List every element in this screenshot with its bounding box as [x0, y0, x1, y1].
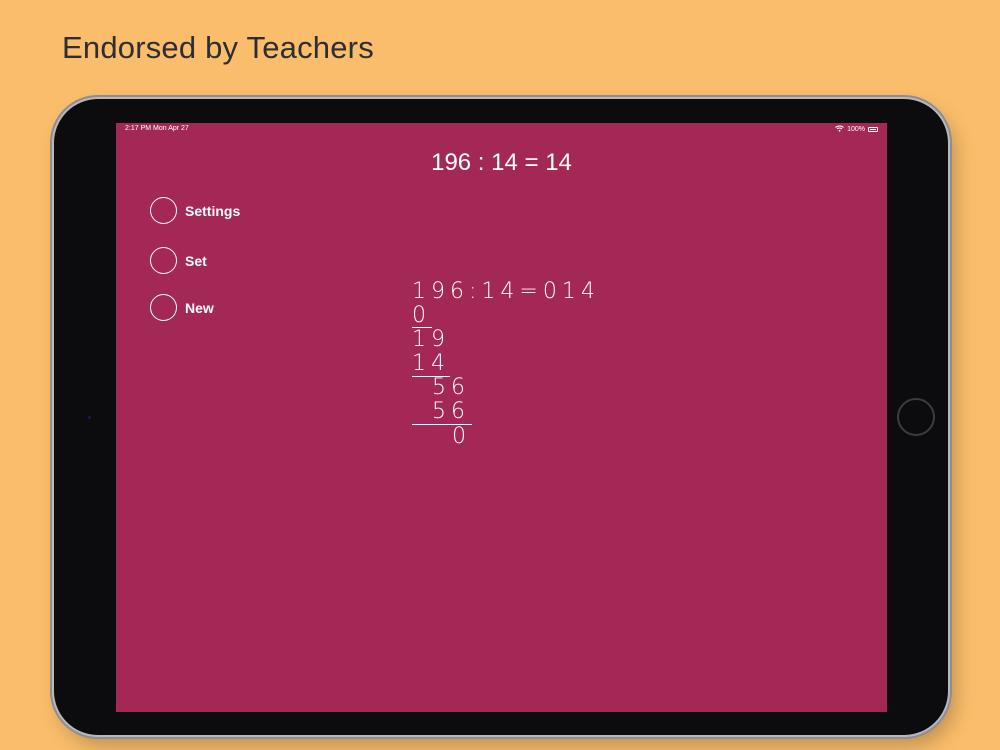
equation-title: 196 : 14 = 14: [431, 149, 572, 176]
circle-icon: [150, 247, 177, 274]
new-label: New: [185, 299, 214, 316]
division-row: 56: [432, 375, 470, 400]
battery-percent: 100%: [847, 126, 865, 133]
settings-button[interactable]: Settings: [150, 197, 240, 224]
division-header: 196:14=014: [412, 279, 600, 304]
division-row: 0: [412, 303, 431, 328]
status-time: 2:17 PM Mon Apr 27: [125, 125, 189, 132]
battery-icon: [868, 127, 878, 132]
division-row: 56: [432, 399, 470, 424]
circle-icon: [150, 294, 177, 321]
division-row: 19: [412, 327, 450, 352]
circle-icon: [150, 197, 177, 224]
front-camera: [88, 416, 91, 419]
division-row: 14: [412, 351, 450, 376]
home-button[interactable]: [897, 398, 935, 436]
division-remainder: 0: [452, 424, 471, 449]
app-screen: 2:17 PM Mon Apr 27 100% 196 : 14 = 14 Se…: [116, 123, 887, 712]
wifi-icon: [835, 125, 844, 134]
settings-label: Settings: [185, 202, 241, 219]
set-label: Set: [185, 252, 207, 269]
status-indicators: 100%: [835, 125, 878, 134]
new-button[interactable]: New: [150, 294, 214, 321]
headline: Endorsed by Teachers: [62, 30, 374, 65]
set-button[interactable]: Set: [150, 247, 207, 274]
